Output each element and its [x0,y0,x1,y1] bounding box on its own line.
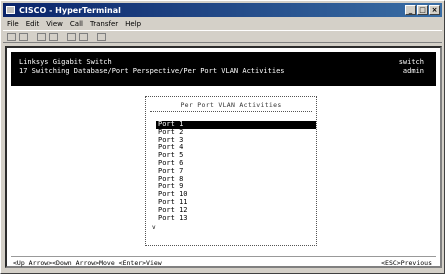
port-list: Port 1 Port 2 Port 3 Port 4 Port 5 Port … [156,120,316,223]
menu-transfer[interactable]: Transfer [90,20,118,28]
menu-call[interactable]: Call [70,20,83,28]
menu-bar: File Edit View Call Transfer Help [3,18,442,29]
navigation-hint: <Up Arrow><Down Arrow>Move <Enter>View [13,259,162,267]
scroll-down-icon: v [152,224,156,231]
vlan-activities-panel: Per Port VLAN Activities Port 1 Port 2 P… [145,96,317,246]
menu-edit[interactable]: Edit [26,20,40,28]
open-icon[interactable] [19,32,28,41]
key-help-bar: <Up Arrow><Down Arrow>Move <Enter>View <… [11,256,436,267]
toolbar-separator [31,32,34,41]
send-icon[interactable] [67,32,76,41]
close-button[interactable]: × [429,5,440,15]
host-name: switch [398,58,424,66]
title-bar: CISCO - HyperTerminal _ □ × [3,3,442,17]
user-name: admin [402,67,424,75]
terminal-screen[interactable]: Linksys Gigabit Switch 17 Switching Data… [5,46,442,268]
menu-file[interactable]: File [7,20,19,28]
window-title: CISCO - HyperTerminal [19,5,121,15]
hyperterminal-window: CISCO - HyperTerminal _ □ × File Edit Vi… [0,0,445,274]
menu-path: 17 Switching Database/Port Perspective/P… [19,67,285,75]
panel-title: Per Port VLAN Activities [180,101,282,109]
menu-view[interactable]: View [46,20,63,28]
new-icon[interactable] [7,32,16,41]
call-icon[interactable] [37,32,46,41]
toolbar-separator [91,32,94,41]
escape-hint: <ESC>Previous [381,259,432,267]
menu-help[interactable]: Help [125,20,141,28]
maximize-button[interactable]: □ [417,5,428,15]
toolbar-separator [61,32,64,41]
toolbar [3,30,442,43]
app-icon [6,6,15,14]
disconnect-icon[interactable] [49,32,58,41]
receive-icon[interactable] [79,32,88,41]
terminal-header: Linksys Gigabit Switch 17 Switching Data… [11,52,436,86]
minimize-button[interactable]: _ [405,5,416,15]
properties-icon[interactable] [97,32,106,41]
divider [150,111,312,112]
port-item[interactable]: Port 13 [156,214,316,223]
device-name: Linksys Gigabit Switch [19,58,112,66]
